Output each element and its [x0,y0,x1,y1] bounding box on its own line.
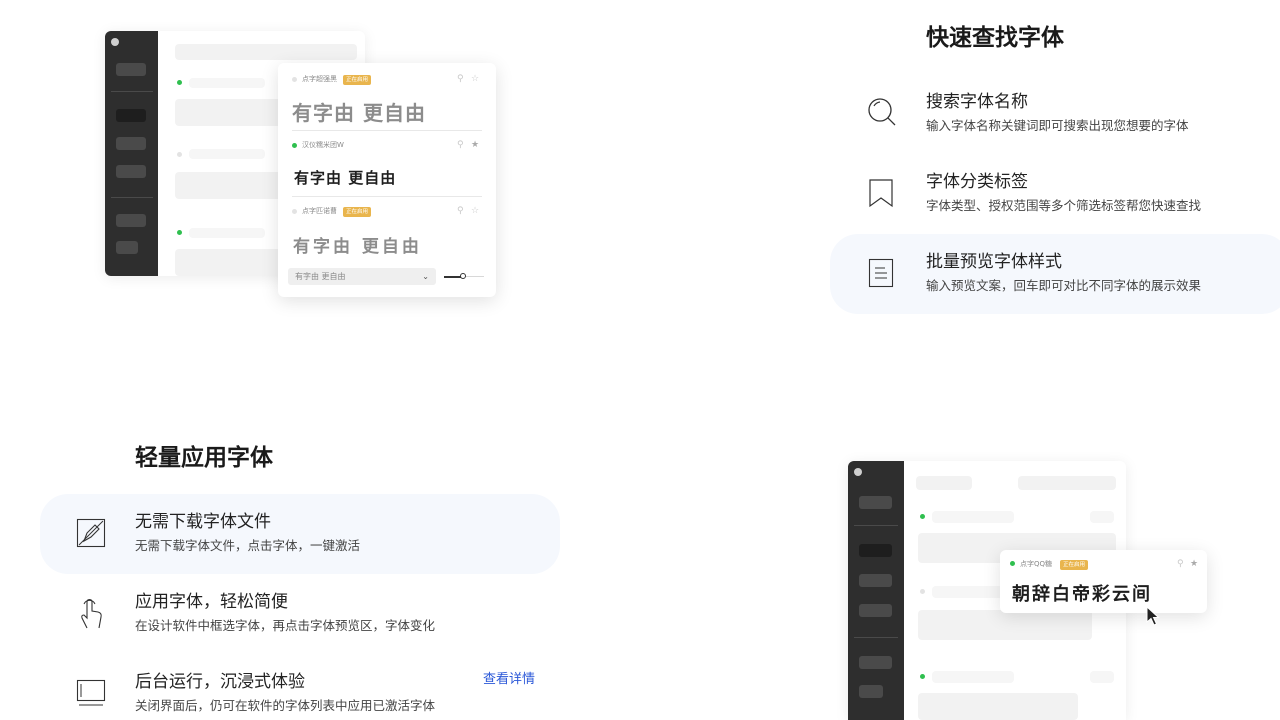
feature-item-no-download[interactable]: 无需下载字体文件 无需下载字体文件，点击字体，一键激活 [40,494,560,574]
feature-item-batch-preview[interactable]: 批量预览字体样式 输入预览文案，回车即可对比不同字体的展示效果 [830,234,1280,314]
feature-desc: 输入预览文案，回车即可对比不同字体的展示效果 [926,278,1202,293]
feature-title: 后台运行，沉浸式体验 [135,672,305,692]
feature-item-search[interactable]: 搜索字体名称 输入字体名称关键词即可搜索出现您想要的字体 [830,74,1280,154]
font-name: 汉仪糯米团W [302,141,344,149]
font-sample-text[interactable]: 朝辞白帝彩云间 [1012,580,1152,606]
feature-desc: 关闭界面后，仍可在软件的字体列表中应用已激活字体 [135,698,436,713]
bookmark-icon [869,179,893,208]
font-name: 点字QQ糖 [1020,560,1053,568]
mockup-sidebar [848,461,904,720]
star-icon[interactable]: ☆ [471,206,479,216]
preview-text-value: 有字由 更自由 [295,272,346,281]
status-badge: 正在启用 [343,75,372,85]
mouse-cursor-icon [1146,606,1160,626]
preview-text-select[interactable]: 有字由 更自由 ⌄ [288,268,436,285]
document-icon [868,258,894,288]
font-sample-text[interactable]: 有字由 更自由 [293,232,422,257]
font-sample-text[interactable]: 有字由 更自由 [292,97,426,126]
view-details-link[interactable]: 查看详情 [483,668,535,687]
feature-title: 字体分类标签 [926,172,1028,192]
chevron-down-icon: ⌄ [422,272,429,281]
star-icon[interactable]: ☆ [471,74,479,84]
pen-icon [76,518,106,548]
font-sample-text[interactable]: 有字由 更自由 [294,167,396,188]
feature-desc: 在设计软件中框选字体，再点击字体预览区，字体变化 [135,618,436,633]
slider-knob[interactable] [460,273,466,279]
status-badge: 正在启用 [1060,560,1089,570]
section-title: 快速查找字体 [926,25,1064,51]
feature-item-background[interactable]: 后台运行，沉浸式体验 关闭界面后，仍可在软件的字体列表中应用已激活字体 查看详情 [40,654,560,720]
feature-title: 无需下载字体文件 [135,512,271,532]
feature-desc: 输入字体名称关键词即可搜索出现您想要的字体 [926,118,1189,133]
search-icon [868,98,896,126]
star-icon[interactable]: ★ [471,140,479,150]
pin-icon[interactable]: ⚲ [1177,559,1184,569]
pin-icon[interactable]: ⚲ [457,206,464,216]
feature-title: 应用字体，轻松简便 [135,592,288,612]
font-name: 点字超强黑 [302,75,337,83]
pin-icon[interactable]: ⚲ [457,140,464,150]
feature-desc: 无需下载字体文件，点击字体，一键激活 [135,538,361,553]
feature-desc: 字体类型、授权范围等多个筛选标签帮您快速查找 [926,198,1202,213]
status-badge: 正在启用 [343,207,372,217]
mockup-sidebar [105,31,158,276]
feature-item-tags[interactable]: 字体分类标签 字体类型、授权范围等多个筛选标签帮您快速查找 [830,154,1280,234]
feature-title: 搜索字体名称 [926,92,1028,112]
feature-item-apply-font[interactable]: 应用字体，轻松简便 在设计软件中框选字体，再点击字体预览区，字体变化 [40,574,560,654]
feature-title: 批量预览字体样式 [926,252,1062,272]
star-icon[interactable]: ★ [1190,559,1198,569]
pin-icon[interactable]: ⚲ [457,74,464,84]
font-name: 点字匹诺曹 [302,207,337,215]
monitor-icon [76,679,106,706]
font-preview-card: 点字超强黑 正在启用 ⚲ ☆ 有字由 更自由 汉仪糯米团W ⚲ ★ 有字由 更自… [278,63,496,297]
tap-hand-icon [81,598,102,629]
section-title: 轻量应用字体 [135,445,273,471]
font-preview-popup: 点字QQ糖 正在启用 ⚲ ★ 朝辞白帝彩云间 [1000,550,1207,613]
